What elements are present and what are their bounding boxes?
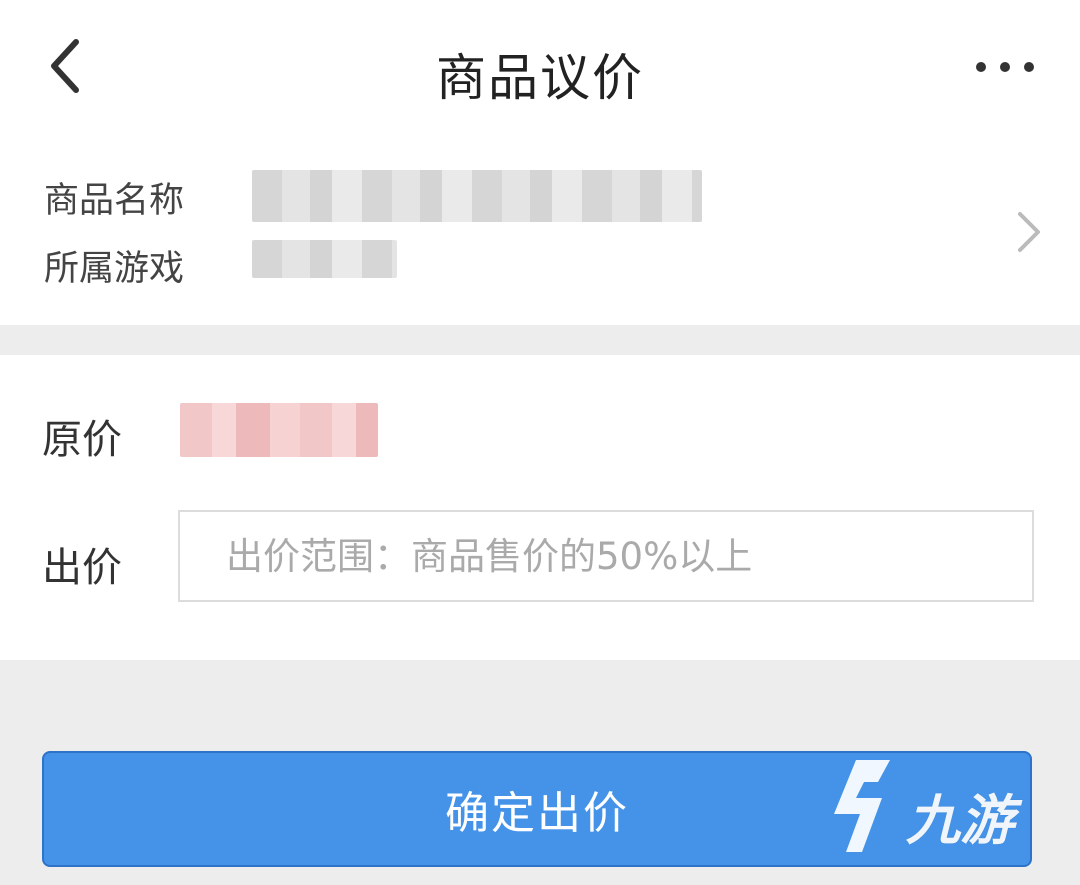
product-info-card[interactable]: 商品名称 所属游戏: [0, 140, 1080, 325]
price-card: 原价 出价: [0, 355, 1080, 660]
nav-header: 商品议价: [0, 0, 1080, 140]
bid-input-box[interactable]: [178, 510, 1034, 602]
product-name-label: 商品名称: [44, 181, 185, 221]
bid-input[interactable]: [180, 512, 1032, 600]
bid-label: 出价: [42, 545, 122, 591]
confirm-bid-button[interactable]: 确定出价: [42, 751, 1032, 867]
original-price-label: 原价: [42, 417, 122, 463]
chevron-right-icon: [1018, 212, 1040, 252]
game-label: 所属游戏: [44, 249, 185, 289]
page-title: 商品议价: [436, 49, 644, 107]
more-button[interactable]: [970, 52, 1040, 82]
more-horizontal-icon: [976, 62, 1034, 72]
original-price-value-redacted: [180, 403, 378, 457]
product-name-value-redacted: [252, 170, 702, 222]
game-value-redacted: [252, 240, 397, 278]
